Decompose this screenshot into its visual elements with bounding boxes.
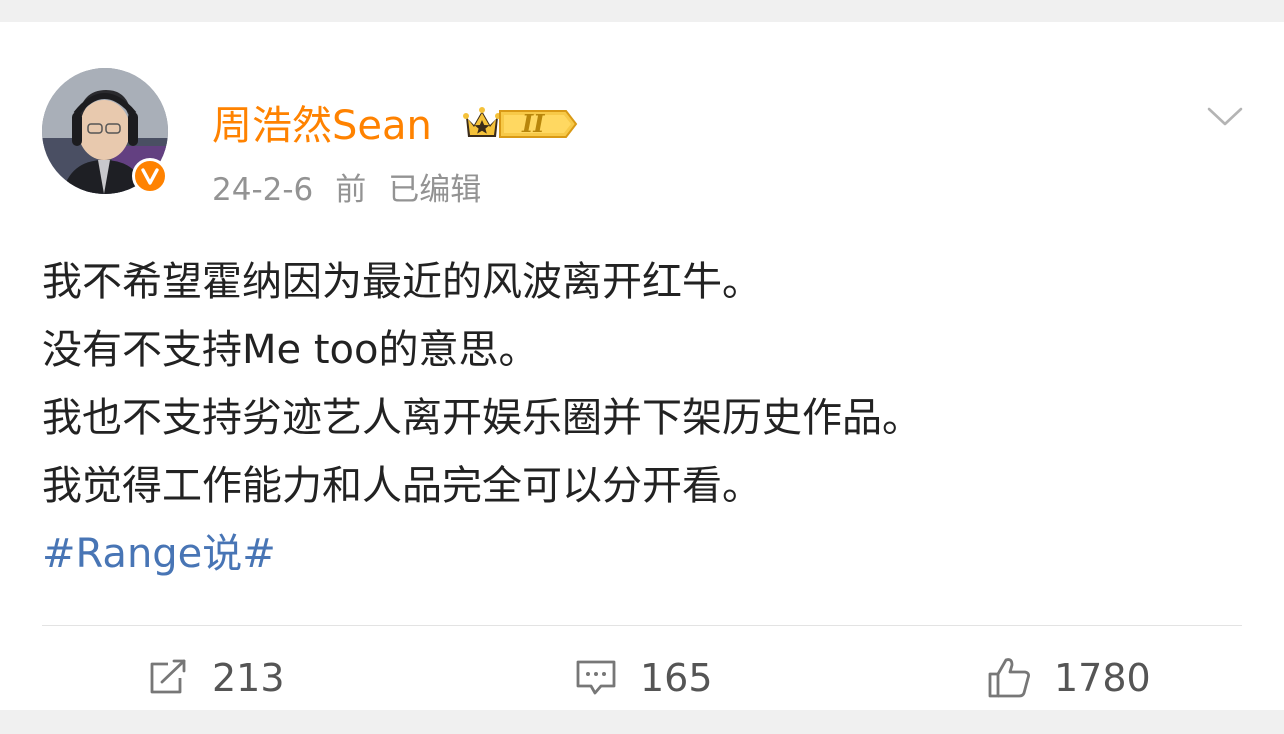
level-badge-label: II xyxy=(522,109,545,138)
edited-label[interactable]: 已编辑 xyxy=(388,172,481,208)
like-count: 1780 xyxy=(1054,656,1151,700)
post-content: 我不希望霍纳因为最近的风波离开红牛。 没有不支持Me too的意思。 我也不支持… xyxy=(42,248,1232,588)
post-meta: 24-2-6 前已编辑 xyxy=(212,168,503,212)
post-line: 我也不支持劣迹艺人离开娱乐圈并下架历史作品。 xyxy=(42,395,922,441)
verified-badge-icon xyxy=(132,158,168,194)
repost-button[interactable]: 213 xyxy=(146,650,285,706)
bottom-background-strip xyxy=(0,710,1284,734)
thumbs-up-icon xyxy=(986,656,1032,700)
avatar[interactable] xyxy=(42,68,168,194)
comment-icon xyxy=(574,658,618,698)
like-button[interactable]: 1780 xyxy=(986,650,1151,706)
level-badge[interactable]: II xyxy=(462,103,580,145)
post-date: 24-2-6 xyxy=(212,172,314,208)
top-background-strip xyxy=(0,0,1284,22)
comment-count: 165 xyxy=(640,656,713,700)
post-line: 我不希望霍纳因为最近的风波离开红牛。 xyxy=(42,259,762,305)
post-line: 我觉得工作能力和人品完全可以分开看。 xyxy=(42,463,762,509)
chevron-down-icon[interactable] xyxy=(1206,104,1244,130)
share-icon xyxy=(146,658,190,698)
author-name[interactable]: 周浩然Sean xyxy=(212,100,432,152)
post-line: 没有不支持Me too的意思。 xyxy=(42,327,539,373)
hashtag-link[interactable]: #Range说# xyxy=(42,520,1232,588)
divider xyxy=(42,625,1242,626)
comment-button[interactable]: 165 xyxy=(574,650,713,706)
post-date-suffix: 前 xyxy=(335,172,367,208)
post-card: 周浩然Sean II 24-2-6 前已编辑 我不希望霍纳因为最近的风波离开红牛。… xyxy=(0,22,1284,710)
repost-count: 213 xyxy=(212,656,285,700)
